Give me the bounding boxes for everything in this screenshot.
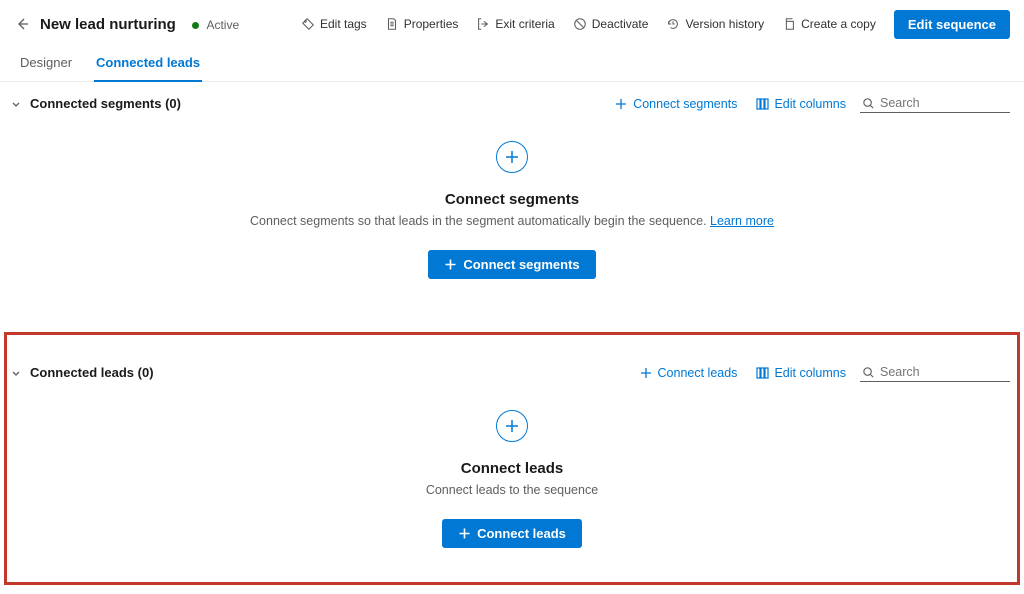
tab-bar: Designer Connected leads — [0, 46, 1024, 82]
segments-empty-desc: Connect segments so that leads in the se… — [250, 214, 774, 228]
version-history-label: Version history — [685, 17, 764, 31]
connect-leads-button-label: Connect leads — [477, 526, 566, 541]
connected-segments-section: Connected segments (0) Connect segments … — [0, 82, 1024, 299]
connect-leads-link[interactable]: Connect leads — [635, 364, 742, 382]
arrow-left-icon — [14, 16, 30, 32]
deactivate-button[interactable]: Deactivate — [565, 13, 657, 35]
segments-empty-desc-text: Connect segments so that leads in the se… — [250, 214, 707, 228]
version-history-button[interactable]: Version history — [658, 13, 772, 35]
connected-leads-section: Connected leads (0) Connect leads Edit c… — [0, 299, 1024, 568]
segments-search-input[interactable] — [880, 96, 1000, 110]
edit-tags-button[interactable]: Edit tags — [293, 13, 375, 35]
plus-circle-icon — [496, 141, 528, 173]
tab-designer[interactable]: Designer — [18, 47, 74, 82]
header-left: New lead nurturing Active — [14, 16, 239, 33]
leads-edit-columns-label: Edit columns — [774, 366, 846, 380]
edit-tags-label: Edit tags — [320, 17, 367, 31]
create-copy-label: Create a copy — [801, 17, 876, 31]
chevron-down-icon — [10, 367, 22, 379]
segments-search[interactable] — [860, 94, 1010, 113]
leads-empty-desc: Connect leads to the sequence — [426, 483, 598, 497]
status-dot-icon — [192, 22, 199, 29]
segments-section-title: Connected segments (0) — [30, 96, 181, 111]
status-indicator: Active — [186, 17, 239, 32]
leads-search[interactable] — [860, 363, 1010, 382]
leads-edit-columns-button[interactable]: Edit columns — [751, 364, 850, 382]
exit-icon — [476, 17, 490, 31]
connect-leads-link-label: Connect leads — [658, 366, 738, 380]
status-text: Active — [206, 18, 239, 32]
back-button[interactable] — [14, 16, 30, 32]
search-icon — [862, 97, 875, 110]
tag-icon — [301, 17, 315, 31]
segments-empty-state: Connect segments Connect segments so tha… — [10, 113, 1014, 299]
leads-search-input[interactable] — [880, 365, 1000, 379]
columns-icon — [755, 366, 769, 380]
page-header: New lead nurturing Active Edit tags Prop… — [0, 0, 1024, 38]
document-icon — [385, 17, 399, 31]
segments-actions: Connect segments Edit columns — [610, 94, 1010, 113]
copy-icon — [782, 17, 796, 31]
create-copy-button[interactable]: Create a copy — [774, 13, 884, 35]
connect-segments-link[interactable]: Connect segments — [610, 95, 741, 113]
plus-icon — [614, 97, 628, 111]
segments-edit-columns-button[interactable]: Edit columns — [751, 95, 850, 113]
connect-leads-button[interactable]: Connect leads — [442, 519, 582, 548]
search-icon — [862, 366, 875, 379]
properties-label: Properties — [404, 17, 459, 31]
connect-segments-link-label: Connect segments — [633, 97, 737, 111]
history-icon — [666, 17, 680, 31]
exit-criteria-button[interactable]: Exit criteria — [468, 13, 562, 35]
exit-criteria-label: Exit criteria — [495, 17, 554, 31]
tab-connected-leads[interactable]: Connected leads — [94, 47, 202, 82]
plus-circle-icon — [496, 410, 528, 442]
chevron-down-icon — [10, 98, 22, 110]
page-title: New lead nurturing — [40, 16, 176, 33]
leads-toolbar: Connected leads (0) Connect leads Edit c… — [10, 363, 1014, 382]
properties-button[interactable]: Properties — [377, 13, 467, 35]
deactivate-label: Deactivate — [592, 17, 649, 31]
segments-title-toggle[interactable]: Connected segments (0) — [10, 96, 181, 111]
leads-empty-state: Connect leads Connect leads to the seque… — [10, 382, 1014, 568]
segments-toolbar: Connected segments (0) Connect segments … — [10, 94, 1014, 113]
learn-more-link[interactable]: Learn more — [710, 214, 774, 228]
deactivate-icon — [573, 17, 587, 31]
leads-section-title: Connected leads (0) — [30, 365, 154, 380]
segments-empty-title: Connect segments — [445, 191, 579, 208]
leads-title-toggle[interactable]: Connected leads (0) — [10, 365, 154, 380]
connect-segments-button[interactable]: Connect segments — [428, 250, 595, 279]
plus-icon — [458, 527, 471, 540]
plus-icon — [444, 258, 457, 271]
leads-empty-title: Connect leads — [461, 460, 564, 477]
connect-segments-button-label: Connect segments — [463, 257, 579, 272]
leads-actions: Connect leads Edit columns — [635, 363, 1010, 382]
plus-icon — [639, 366, 653, 380]
header-commands: Edit tags Properties Exit criteria Deact… — [293, 10, 1010, 39]
edit-sequence-button[interactable]: Edit sequence — [894, 10, 1010, 39]
columns-icon — [755, 97, 769, 111]
segments-edit-columns-label: Edit columns — [774, 97, 846, 111]
